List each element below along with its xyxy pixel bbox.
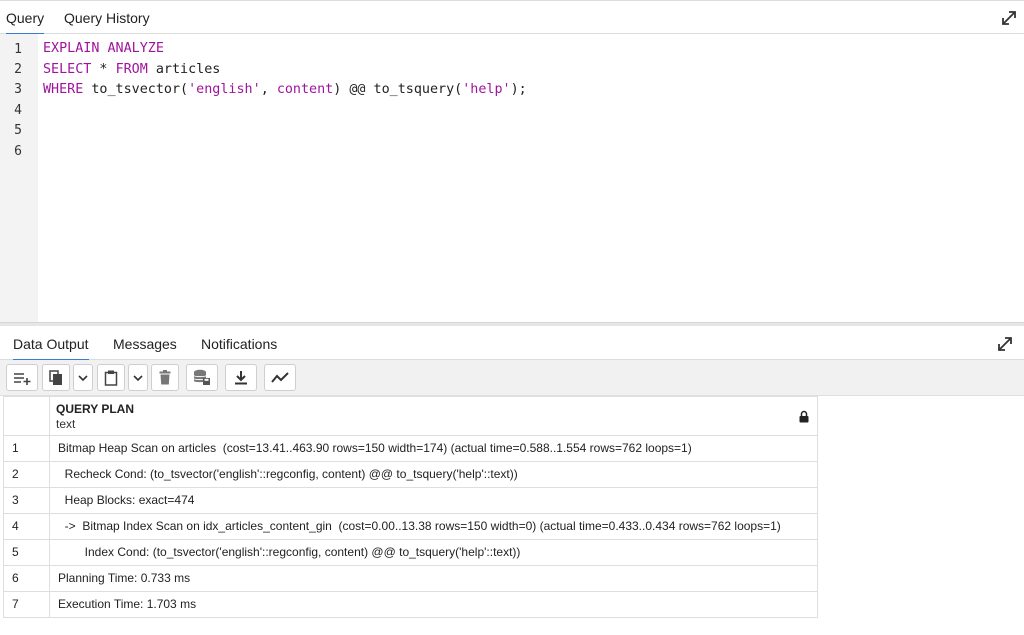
tab-query-history[interactable]: Query History — [64, 1, 150, 34]
sql-keyword: FROM — [115, 62, 148, 77]
code-line-1: EXPLAIN ANALYZE — [43, 41, 164, 56]
sql-text: articles — [147, 62, 221, 77]
sql-text: * — [91, 62, 116, 77]
code-line-3: WHERE to_tsvector('english', content) @@… — [43, 82, 527, 97]
sql-keyword: SELECT — [43, 62, 92, 77]
sql-keyword: WHERE — [43, 82, 84, 97]
maximize-icon[interactable] — [1001, 10, 1017, 26]
add-row-icon — [14, 372, 31, 385]
row-number: 4 — [12, 519, 19, 533]
delete-button[interactable] — [151, 364, 179, 391]
line-chart-icon — [271, 371, 289, 383]
line-number: 3 — [14, 82, 22, 97]
tab-messages[interactable]: Messages — [113, 327, 177, 360]
trash-icon — [159, 370, 171, 385]
sql-keyword: content — [276, 82, 334, 97]
graph-visualiser-button[interactable] — [264, 364, 296, 391]
row-number: 5 — [12, 545, 19, 559]
copy-icon — [49, 369, 62, 385]
data-output-toolbar — [0, 360, 1024, 396]
line-number: 4 — [14, 103, 22, 118]
sql-text: , — [260, 82, 277, 97]
query-plan-cell[interactable]: Index Cond: (to_tsvector('english'::regc… — [58, 540, 810, 565]
editor-tab-bar: Query Query History — [0, 0, 1024, 35]
chevron-down-icon — [133, 374, 143, 381]
row-number: 3 — [12, 493, 19, 507]
paste-dropdown-button[interactable] — [128, 364, 148, 391]
row-number-header[interactable] — [4, 397, 50, 435]
download-button[interactable] — [225, 364, 257, 391]
row-number-cell — [4, 488, 50, 513]
save-data-button[interactable] — [186, 364, 218, 391]
line-number: 5 — [14, 123, 22, 138]
lock-icon — [799, 410, 809, 423]
maximize-output-icon[interactable] — [997, 336, 1013, 352]
column-type-label: text — [56, 417, 76, 431]
sql-string: 'help' — [462, 82, 511, 97]
download-icon — [235, 371, 247, 385]
tab-data-output[interactable]: Data Output — [13, 327, 89, 361]
table-row[interactable]: 5 Index Cond: (to_tsvector('english'::re… — [3, 540, 818, 566]
sql-editor[interactable]: 1 2 3 4 5 6 EXPLAIN ANALYZE SELECT * FRO… — [0, 34, 1024, 324]
row-number: 1 — [12, 441, 19, 455]
query-plan-cell[interactable]: Execution Time: 1.703 ms — [58, 592, 810, 617]
row-number-cell — [4, 462, 50, 487]
line-number: 6 — [14, 144, 22, 159]
query-plan-cell[interactable]: Planning Time: 0.733 ms — [58, 566, 810, 591]
add-row-button[interactable] — [6, 364, 38, 391]
output-tab-bar: Data Output Messages Notifications — [0, 327, 1024, 361]
row-number-cell — [4, 540, 50, 565]
table-row[interactable]: 6 Planning Time: 0.733 ms — [3, 566, 818, 592]
table-row[interactable]: 7 Execution Time: 1.703 ms — [3, 592, 818, 618]
sql-keyword: EXPLAIN ANALYZE — [43, 41, 164, 56]
sql-string: 'english' — [188, 82, 261, 97]
database-save-icon — [193, 369, 210, 385]
query-plan-cell[interactable]: Bitmap Heap Scan on articles (cost=13.41… — [58, 436, 810, 461]
sql-text: ); — [510, 82, 527, 97]
line-number-gutter: 1 2 3 4 5 6 — [0, 34, 38, 324]
table-row[interactable]: 2 Recheck Cond: (to_tsvector('english'::… — [3, 462, 818, 488]
row-number: 7 — [12, 597, 19, 611]
column-header-query-plan[interactable]: QUERY PLAN — [56, 402, 134, 416]
line-number: 1 — [14, 42, 22, 57]
table-row[interactable]: 3 Heap Blocks: exact=474 — [3, 488, 818, 514]
copy-button[interactable] — [42, 364, 70, 391]
sql-text: to_tsvector( — [83, 82, 189, 97]
row-number: 2 — [12, 467, 19, 481]
row-number-cell — [4, 592, 50, 617]
row-number: 6 — [12, 571, 19, 585]
row-number-cell — [4, 514, 50, 539]
copy-dropdown-button[interactable] — [73, 364, 93, 391]
paste-icon — [104, 370, 118, 386]
query-plan-cell[interactable]: -> Bitmap Index Scan on idx_articles_con… — [58, 514, 810, 539]
row-number-cell — [4, 436, 50, 461]
query-plan-cell[interactable]: Recheck Cond: (to_tsvector('english'::re… — [58, 462, 810, 487]
row-number-cell — [4, 566, 50, 591]
tab-notifications[interactable]: Notifications — [201, 327, 277, 360]
table-row[interactable]: 1 Bitmap Heap Scan on articles (cost=13.… — [3, 436, 818, 462]
paste-button[interactable] — [97, 364, 125, 391]
panel-splitter[interactable] — [0, 322, 1024, 326]
chevron-down-icon — [78, 374, 88, 381]
line-number: 2 — [14, 62, 22, 77]
tab-query[interactable]: Query — [6, 1, 45, 35]
table-row[interactable]: 4 -> Bitmap Index Scan on idx_articles_c… — [3, 514, 818, 540]
grid-header: QUERY PLAN text — [3, 396, 818, 436]
code-line-2: SELECT * FROM articles — [43, 62, 220, 77]
sql-text: ) @@ to_tsquery( — [333, 82, 463, 97]
query-plan-cell[interactable]: Heap Blocks: exact=474 — [58, 488, 810, 513]
